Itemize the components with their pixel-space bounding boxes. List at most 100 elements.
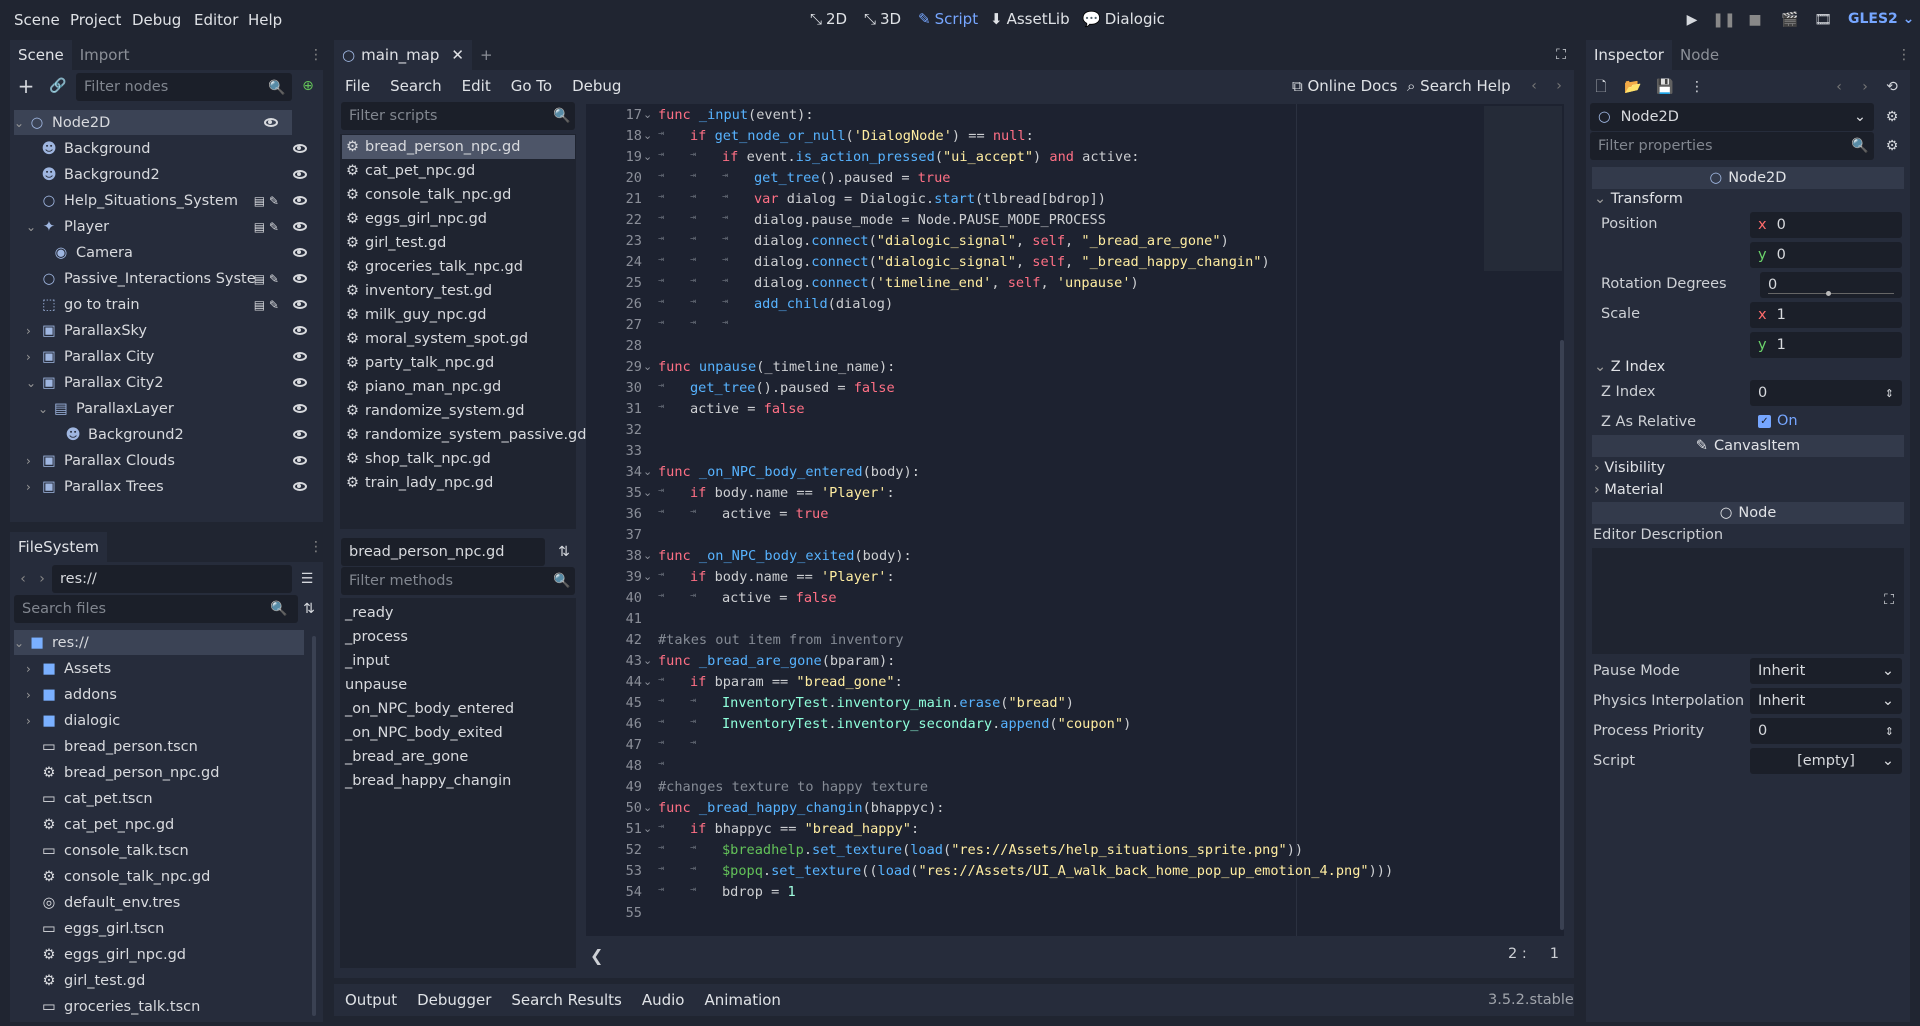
visibility-eye-icon[interactable] — [293, 222, 307, 231]
chevron-icon[interactable]: ⌄ — [26, 376, 40, 390]
physics-interpolation-select[interactable]: Inherit ⌄ — [1750, 688, 1902, 714]
toggle-scripts-panel-icon[interactable]: ❮ — [590, 946, 603, 965]
sort-icon[interactable]: ⇅ — [300, 600, 318, 618]
file-row[interactable]: › ■ Assets — [14, 656, 304, 681]
script-list-item[interactable]: ⚙ bread_person_npc.gd — [342, 135, 575, 159]
file-row[interactable]: ⚙ console_talk_npc.gd — [14, 864, 304, 889]
file-row[interactable]: ⚙ bread_person_npc.gd — [14, 760, 304, 785]
visibility-eye-icon[interactable] — [293, 274, 307, 283]
pause-mode-select[interactable]: Inherit ⌄ — [1750, 658, 1902, 684]
add-scene-tab-button[interactable]: + — [472, 40, 501, 70]
scale-y-field[interactable]: y1 — [1750, 332, 1902, 358]
fold-arrow-icon[interactable]: ⌄ — [643, 486, 652, 499]
close-icon[interactable]: ✕ — [451, 46, 464, 64]
renderer-select[interactable]: GLES2 ⌄ — [1848, 11, 1914, 27]
search-files-input[interactable]: Search files — [14, 595, 298, 623]
expand-icon[interactable]: ⛶ — [1880, 591, 1898, 609]
file-row[interactable]: › ■ addons — [14, 682, 304, 707]
filter-nodes-input[interactable]: Filter nodes — [76, 73, 292, 101]
scene-node-row[interactable]: ⌄ ○ Node2D — [14, 110, 292, 135]
menu-editor[interactable]: Editor — [194, 11, 238, 29]
dock-menu-icon[interactable]: ⋮ — [307, 538, 325, 556]
section-z-index[interactable]: ⌄ Z Index — [1594, 359, 1665, 375]
scene-node-row[interactable]: ◉ Camera — [14, 240, 321, 265]
method-list-item[interactable]: _input — [342, 649, 575, 673]
fold-arrow-icon[interactable]: ⌄ — [643, 465, 652, 478]
back-icon[interactable]: ‹ — [14, 570, 32, 588]
script-list-item[interactable]: ⚙ eggs_girl_npc.gd — [342, 207, 575, 231]
history-icon[interactable]: ⟲ — [1883, 78, 1901, 96]
split-mode-icon[interactable]: ☰ — [298, 570, 316, 588]
file-row[interactable]: ⚙ eggs_girl_npc.gd — [14, 942, 304, 967]
chevron-icon[interactable]: › — [26, 324, 40, 338]
script-menu-search[interactable]: Search — [390, 77, 442, 95]
minimap[interactable] — [1484, 106, 1562, 271]
tab-output[interactable]: Output — [345, 991, 397, 1009]
script-menu-file[interactable]: File — [345, 77, 370, 95]
workspace-script-button[interactable]: ✎ Script — [918, 10, 978, 28]
script-menu-edit[interactable]: Edit — [462, 77, 491, 95]
scene-node-row[interactable]: › ▣ ParallaxSky — [14, 318, 321, 343]
file-row[interactable]: ▭ bread_person.tscn — [14, 734, 304, 759]
tab-main-map[interactable]: ○ main_map ✕ — [334, 40, 472, 70]
visibility-eye-icon[interactable] — [293, 430, 307, 439]
tab-animation[interactable]: Animation — [704, 991, 780, 1009]
z-relative-checkbox[interactable]: ✓ On — [1758, 413, 1798, 429]
chevron-icon[interactable]: › — [26, 454, 40, 468]
filter-methods-input[interactable]: Filter methods — [341, 567, 575, 595]
fold-arrow-icon[interactable]: ⌄ — [643, 801, 652, 814]
dock-menu-icon[interactable]: ⋮ — [307, 46, 325, 64]
chevron-icon[interactable]: › — [26, 350, 40, 364]
stop-icon[interactable]: ■ — [1746, 11, 1764, 29]
script-attached-icon[interactable]: ▤ ✎ — [254, 220, 279, 234]
chevron-icon[interactable]: › — [26, 662, 40, 676]
tab-import[interactable]: Import — [72, 40, 138, 70]
property-options-icon[interactable]: ⚙ — [1883, 137, 1901, 155]
visibility-eye-icon[interactable] — [293, 404, 307, 413]
process-priority-spinbox[interactable]: 0 ⇕ — [1750, 718, 1902, 744]
code-scrollbar[interactable] — [1560, 340, 1564, 930]
fold-arrow-icon[interactable]: ⌄ — [643, 654, 652, 667]
search-help-button[interactable]: ⌕ Search Help — [1407, 77, 1511, 95]
filesystem-scrollbar[interactable] — [312, 636, 316, 1016]
file-row[interactable]: ◎ default_env.tres — [14, 890, 304, 915]
scene-node-row[interactable]: ☻ Background2 — [14, 422, 321, 447]
method-list-item[interactable]: _process — [342, 625, 575, 649]
file-row[interactable]: › ■ dialogic — [14, 708, 304, 733]
chevron-icon[interactable]: ⌄ — [26, 220, 40, 234]
workspace-2d-button[interactable]: ⤡ 2D — [810, 10, 847, 28]
script-attached-icon[interactable]: ▤ ✎ — [254, 272, 279, 286]
file-row[interactable]: ▭ groceries_talk.tscn — [14, 994, 304, 1019]
path-field[interactable]: res:// — [52, 565, 292, 593]
filter-properties-input[interactable]: Filter properties — [1590, 132, 1874, 160]
menu-project[interactable]: Project — [70, 11, 121, 29]
scene-node-row[interactable]: ⬚ go to train ▤ ✎ — [14, 292, 321, 317]
tab-filesystem[interactable]: FileSystem — [10, 532, 108, 562]
workspace-3d-button[interactable]: ⤡ 3D — [864, 10, 901, 28]
tab-debugger[interactable]: Debugger — [417, 991, 491, 1009]
chevron-icon[interactable]: ⌄ — [38, 402, 52, 416]
script-menu-goto[interactable]: Go To — [511, 77, 552, 95]
chevron-icon[interactable]: › — [26, 688, 40, 702]
fullscreen-icon[interactable]: ⛶ — [1552, 46, 1570, 64]
new-resource-icon[interactable]: 🗋 — [1592, 78, 1610, 96]
node-selector[interactable]: ○ Node2D ⌄ — [1590, 103, 1874, 131]
fold-arrow-icon[interactable]: ⌄ — [643, 570, 652, 583]
link-icon[interactable]: 🔗 — [49, 77, 67, 95]
script-list-item[interactable]: ⚙ piano_man_npc.gd — [342, 375, 575, 399]
method-list-item[interactable]: _bread_are_gone — [342, 745, 575, 769]
visibility-eye-icon[interactable] — [264, 118, 278, 127]
save-icon[interactable]: 💾 — [1656, 78, 1674, 96]
file-row[interactable]: ▭ eggs_girl.tscn — [14, 916, 304, 941]
file-row[interactable]: ▭ cat_pet.tscn — [14, 786, 304, 811]
file-row[interactable]: ▭ console_talk.tscn — [14, 838, 304, 863]
instance-scene-icon[interactable]: ⊕ — [299, 77, 317, 95]
fold-arrow-icon[interactable]: ⌄ — [643, 360, 652, 373]
workspace-assetlib-button[interactable]: ⬇ AssetLib — [990, 10, 1070, 28]
visibility-eye-icon[interactable] — [293, 300, 307, 309]
open-folder-icon[interactable]: 📂 — [1624, 78, 1642, 96]
play-icon[interactable]: ▶ — [1683, 11, 1701, 29]
more-options-icon[interactable]: ⋮ — [1688, 78, 1706, 96]
history-back-icon[interactable]: ‹ — [1830, 78, 1848, 96]
scene-node-row[interactable]: ☻ Background2 — [14, 162, 321, 187]
